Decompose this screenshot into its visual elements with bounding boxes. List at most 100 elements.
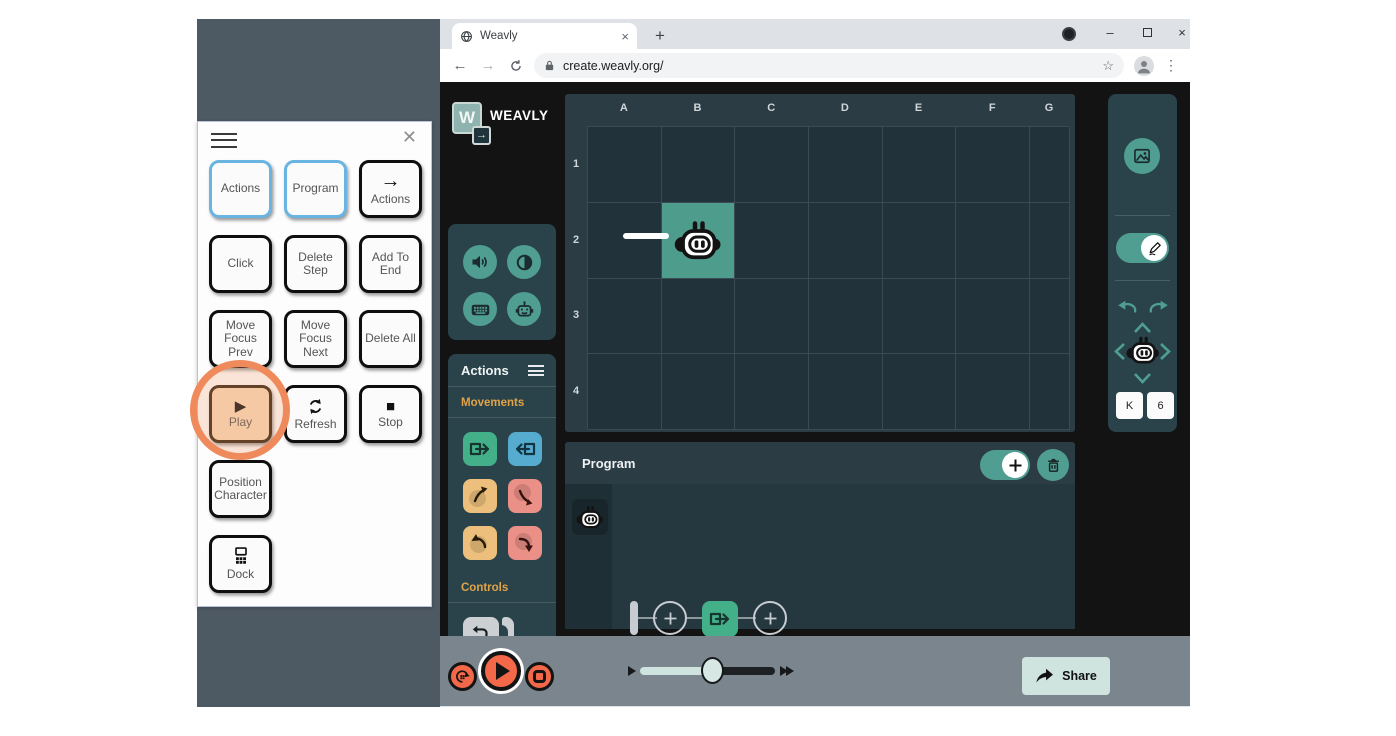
scene-background-button[interactable] xyxy=(1124,138,1160,174)
program-start-handle[interactable] xyxy=(630,601,638,635)
movement-turn-left-90-button[interactable] xyxy=(463,526,497,560)
slow-speed-icon[interactable] xyxy=(628,666,636,676)
weavly-logo: W → WEAVLY xyxy=(450,102,560,160)
switch-button-delete-step[interactable]: Delete Step xyxy=(284,235,347,293)
row-position-key[interactable]: 6 xyxy=(1147,392,1174,419)
reload-icon[interactable] xyxy=(502,59,530,73)
plus-icon xyxy=(663,611,678,626)
program-step-forward[interactable] xyxy=(702,601,738,637)
movement-turn-left-45-button[interactable] xyxy=(463,479,497,513)
back-icon[interactable]: ← xyxy=(446,57,474,74)
replay-icon xyxy=(454,668,471,685)
trash-icon xyxy=(1045,457,1062,474)
move-left-button[interactable] xyxy=(1114,342,1126,361)
delete-program-button[interactable] xyxy=(1037,449,1069,481)
forward-icon[interactable]: → xyxy=(474,57,502,74)
plus-icon xyxy=(1008,458,1023,473)
plus-icon xyxy=(763,611,778,626)
window-close-button[interactable]: × xyxy=(1167,21,1197,45)
browser-menu-icon[interactable]: ⋮ xyxy=(1164,57,1178,74)
switch-button-dock[interactable]: Dock xyxy=(209,535,272,593)
grid-cells[interactable] xyxy=(587,126,1069,429)
profile-avatar-icon[interactable] xyxy=(1134,56,1154,76)
movement-backward-button[interactable] xyxy=(508,432,542,466)
robot-character xyxy=(674,216,722,264)
character-trail xyxy=(623,233,669,239)
panel-close-icon[interactable]: ✕ xyxy=(402,127,417,148)
share-label: Share xyxy=(1062,669,1097,683)
program-character-tab[interactable] xyxy=(572,499,608,535)
controls-section-label: Controls xyxy=(448,572,556,603)
program-worksheet xyxy=(565,484,1075,629)
browser-tabstrip: Weavly × + – × xyxy=(440,19,1190,49)
grid-column-headers: ABCDEFG xyxy=(587,102,1069,114)
replay-button[interactable] xyxy=(448,662,477,691)
fast-speed-icon[interactable] xyxy=(780,666,794,676)
stop-button[interactable] xyxy=(525,662,554,691)
add-step-node-1[interactable] xyxy=(653,601,687,635)
switch-button-goto-actions[interactable]: → Actions xyxy=(359,160,422,218)
stop-square-icon: ■ xyxy=(386,399,395,414)
address-bar[interactable]: create.weavly.org/ ☆ xyxy=(534,53,1124,78)
share-button[interactable]: Share xyxy=(1022,657,1110,695)
tab-title: Weavly xyxy=(480,30,614,42)
robot-face-icon xyxy=(514,299,535,320)
switch-button-actions[interactable]: Actions xyxy=(209,160,272,218)
play-controls-bar: Share xyxy=(440,636,1190,706)
switch-button-delete-all[interactable]: Delete All xyxy=(359,310,422,368)
move-down-button[interactable] xyxy=(1133,372,1152,384)
turn-right-redo-button[interactable] xyxy=(1147,299,1169,315)
weavly-logo-text: WEAVLY xyxy=(490,108,549,123)
pen-icon xyxy=(1146,240,1163,257)
character-select-button[interactable] xyxy=(507,292,541,326)
switch-button-stop[interactable]: ■ Stop xyxy=(359,385,422,443)
movement-turn-right-90-button[interactable] xyxy=(508,526,542,560)
movement-turn-right-45-button[interactable] xyxy=(508,479,542,513)
window-maximize-button[interactable] xyxy=(1132,21,1162,45)
character-controls-panel: K 6 xyxy=(1108,94,1177,432)
stop-square-icon xyxy=(533,670,546,683)
weavly-app: W → WEAVLY xyxy=(440,82,1190,636)
picture-icon xyxy=(1132,146,1152,166)
movement-forward-button[interactable] xyxy=(463,432,497,466)
new-tab-button[interactable]: + xyxy=(650,26,670,46)
url-text: create.weavly.org/ xyxy=(563,59,1094,73)
program-title: Program xyxy=(582,456,635,471)
screenshot-root: Weavly × + – × ← → create.weavly.org/ ☆ xyxy=(0,0,1396,736)
redo-arrow-icon xyxy=(1147,299,1169,315)
palette-menu-icon[interactable] xyxy=(528,365,544,376)
play-triangle-icon xyxy=(496,662,510,680)
move-right-button[interactable] xyxy=(1159,342,1171,361)
switch-button-refresh[interactable]: Refresh xyxy=(284,385,347,443)
switch-button-move-focus-next[interactable]: Move Focus Next xyxy=(284,310,347,368)
window-minimize-button[interactable]: – xyxy=(1095,21,1125,45)
play-button[interactable] xyxy=(478,648,524,694)
add-step-node-2[interactable] xyxy=(753,601,787,635)
palette-header: Actions xyxy=(461,363,509,378)
bookmark-star-icon[interactable]: ☆ xyxy=(1102,58,1114,74)
switch-button-click[interactable]: Click xyxy=(209,235,272,293)
tab-close-icon[interactable]: × xyxy=(621,29,629,44)
switch-button-add-to-end[interactable]: Add To End xyxy=(359,235,422,293)
browser-profile-dot-icon[interactable] xyxy=(1062,27,1076,41)
dock-icon xyxy=(231,546,251,566)
globe-favicon-icon xyxy=(460,30,473,43)
play-highlight-ring xyxy=(190,360,290,460)
speaker-icon xyxy=(470,252,490,272)
audio-feedback-button[interactable] xyxy=(463,245,497,279)
keyboard-shortcuts-button[interactable] xyxy=(463,292,497,326)
add-node-toggle[interactable] xyxy=(980,450,1030,480)
program-panel: Program xyxy=(565,442,1075,629)
speed-slider-knob[interactable] xyxy=(701,657,724,684)
character-cell-B2[interactable] xyxy=(662,203,736,279)
share-icon xyxy=(1035,668,1054,685)
movements-section-label: Movements xyxy=(448,387,556,418)
switch-button-program[interactable]: Program xyxy=(284,160,347,218)
browser-tab-weavly[interactable]: Weavly × xyxy=(452,23,637,49)
switch-button-position-character[interactable]: Position Character xyxy=(209,460,272,518)
draw-trail-toggle[interactable] xyxy=(1116,233,1169,263)
turn-left-undo-button[interactable] xyxy=(1117,299,1139,315)
theme-contrast-button[interactable] xyxy=(507,245,541,279)
column-position-key[interactable]: K xyxy=(1116,392,1143,419)
panel-menu-icon[interactable] xyxy=(211,133,237,148)
